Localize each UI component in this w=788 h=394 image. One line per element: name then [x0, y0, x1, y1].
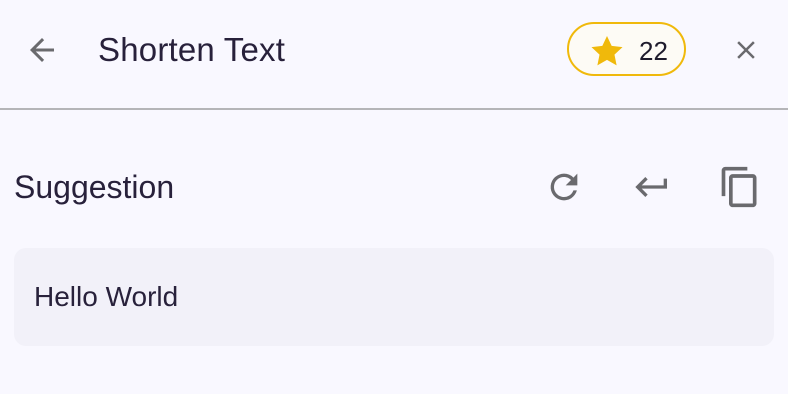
- enter-icon: [635, 177, 667, 197]
- refresh-icon: [550, 173, 578, 201]
- close-icon: [737, 41, 755, 59]
- credits-badge[interactable]: 22: [567, 22, 686, 76]
- header-bar: Shorten Text 22: [0, 0, 788, 110]
- credits-count: 22: [639, 36, 668, 66]
- back-button[interactable]: [22, 30, 62, 70]
- page-title: Shorten Text: [98, 31, 286, 68]
- suggestion-text: Hello World: [34, 281, 179, 312]
- copy-button[interactable]: [716, 164, 764, 210]
- regenerate-button[interactable]: [540, 164, 588, 210]
- close-button[interactable]: [724, 30, 768, 70]
- suggestion-heading: Suggestion: [14, 169, 175, 205]
- copy-icon: [721, 166, 757, 208]
- star-icon: [591, 35, 623, 66]
- suggestion-result-box[interactable]: Hello World: [14, 248, 774, 346]
- arrow-left-icon: [30, 38, 54, 62]
- insert-button[interactable]: [628, 164, 676, 210]
